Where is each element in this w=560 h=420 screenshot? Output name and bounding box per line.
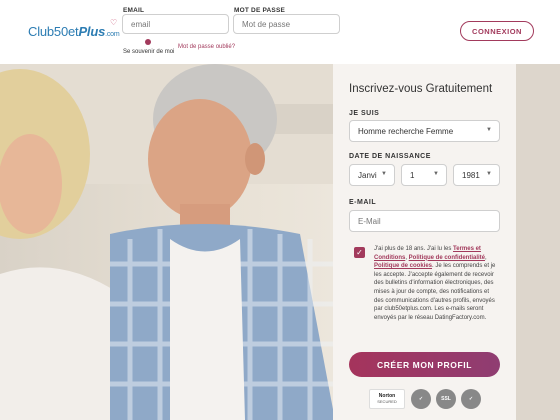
- birth-date-label: DATE DE NAISSANCE: [349, 153, 431, 160]
- logo-plus-text: Plus: [78, 24, 106, 39]
- create-profile-button[interactable]: CRÉER MON PROFIL: [349, 352, 500, 377]
- signup-title: Inscrivez-vous Gratuitement: [349, 83, 493, 95]
- remember-me-checkbox[interactable]: [145, 39, 151, 45]
- connexion-button[interactable]: CONNEXION: [460, 21, 534, 41]
- birth-day-value: 1: [410, 170, 415, 180]
- top-header: Club50etPlus.com ♡ EMAIL email MOT DE PA…: [0, 0, 560, 64]
- cookies-link[interactable]: Politique de cookies: [374, 263, 432, 269]
- chevron-down-icon: ▼: [486, 171, 492, 177]
- je-suis-select[interactable]: Homme recherche Femme ▼: [349, 120, 500, 142]
- birth-day-select[interactable]: 1 ▼: [401, 164, 447, 186]
- chevron-down-icon: ▼: [486, 127, 492, 133]
- logo-main-text: Club50et: [28, 24, 79, 39]
- login-email-label: EMAIL: [123, 7, 145, 14]
- remember-me-label: Se souvenir de moi: [123, 49, 175, 55]
- norton-secured-badge: Norton SECURED: [369, 389, 405, 409]
- chevron-down-icon: ▼: [433, 171, 439, 177]
- birth-month-select[interactable]: Janvi ▼: [349, 164, 395, 186]
- verified-seal-icon: ✓: [461, 389, 481, 409]
- signup-email-label: E-MAIL: [349, 199, 377, 206]
- login-email-input[interactable]: email: [122, 14, 229, 34]
- site-logo[interactable]: Club50etPlus.com ♡: [28, 18, 120, 39]
- security-seal-icon: ✓: [411, 389, 431, 409]
- heart-icon: ♡: [110, 18, 117, 27]
- birth-month-value: Janvi: [358, 170, 377, 180]
- login-password-input[interactable]: Mot de passe: [233, 14, 340, 34]
- birth-year-select[interactable]: 1981 ▼: [453, 164, 500, 186]
- login-password-label: MOT DE PASSE: [234, 7, 286, 14]
- signup-email-input[interactable]: E-Mail: [349, 210, 500, 232]
- birth-year-value: 1981: [462, 170, 480, 180]
- consent-text: J'ai plus de 18 ans. J'ai lu les Termes …: [374, 245, 498, 322]
- je-suis-label: JE SUIS: [349, 110, 380, 117]
- privacy-link[interactable]: Politique de confidentialité: [409, 255, 485, 261]
- norton-line2: SECURED: [377, 399, 397, 404]
- consent-post: . Je les comprends et je les accepte. J'…: [374, 263, 496, 321]
- consent-pre: J'ai plus de 18 ans. J'ai lu les: [374, 246, 454, 252]
- consent-checkbox[interactable]: ✓: [354, 247, 365, 258]
- chevron-down-icon: ▼: [381, 171, 387, 177]
- consent-sep: ,: [485, 254, 487, 261]
- je-suis-value: Homme recherche Femme: [358, 126, 454, 136]
- check-icon: ✓: [356, 248, 363, 257]
- ssl-seal-icon: SSL: [436, 389, 456, 409]
- forgot-password-link[interactable]: Mot de passe oublié?: [178, 44, 235, 50]
- logo-com-text: .com: [105, 31, 120, 38]
